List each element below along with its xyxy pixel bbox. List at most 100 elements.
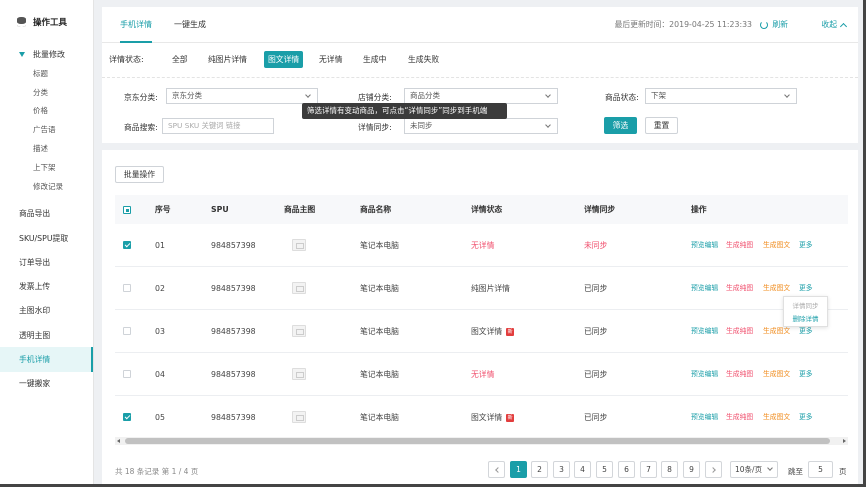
generate-image-link[interactable]: 生成纯图 <box>726 310 753 353</box>
sidebar-group-batch-edit[interactable]: 批量修改 <box>0 44 93 64</box>
status-option-image-text[interactable]: 图文详情 <box>264 51 304 68</box>
sidebar-item-sku-spu[interactable]: SKU/SPU提取 <box>0 226 93 250</box>
batch-operation-button[interactable]: 批量操作 <box>115 166 164 183</box>
sidebar-item-watermark[interactable]: 主图水印 <box>0 299 93 323</box>
chevron-down-icon <box>784 92 790 98</box>
scroll-left-icon[interactable] <box>117 439 120 443</box>
sidebar-item-transparent-image[interactable]: 透明主图 <box>0 323 93 347</box>
row-checkbox[interactable] <box>123 370 131 378</box>
page-3[interactable]: 3 <box>553 461 570 478</box>
sidebar-item-one-click-move[interactable]: 一键搬家 <box>0 372 93 396</box>
tab-one-click-generate[interactable]: 一键生成 <box>174 7 206 43</box>
th-detail-status: 详情状态 <box>471 205 503 214</box>
generate-image-text-link[interactable]: 生成图文 <box>763 224 790 267</box>
sidebar-sub-history[interactable]: 修改记录 <box>0 177 93 196</box>
status-filter-label: 详情状态: <box>109 55 144 64</box>
more-link[interactable]: 更多 <box>799 396 813 439</box>
page-1[interactable]: 1 <box>510 461 527 478</box>
preview-edit-link[interactable]: 预览编辑 <box>691 310 718 353</box>
status-option-none[interactable]: 无详情 <box>315 51 346 68</box>
row-no: 01 <box>155 241 165 250</box>
generate-image-link[interactable]: 生成纯图 <box>726 396 753 439</box>
page-size-select[interactable]: 10条/页 <box>730 461 778 478</box>
shop-category-select[interactable]: 商品分类 <box>404 88 558 104</box>
page-7[interactable]: 7 <box>640 461 657 478</box>
reset-button[interactable]: 重置 <box>645 117 678 134</box>
sidebar-item-invoice-upload[interactable]: 发票上传 <box>0 274 93 298</box>
page-8[interactable]: 8 <box>661 461 678 478</box>
row-detail-sync: 已同步 <box>584 413 608 422</box>
row-detail-status-text: 图文详情 <box>471 327 503 336</box>
th-product-name: 商品名称 <box>360 205 392 214</box>
scroll-right-icon[interactable] <box>843 439 846 443</box>
tab-bar: 手机详情 一键生成 最后更新时间：2019-04-25 11:23:33 刷新 … <box>102 7 858 43</box>
row-spu: 984857398 <box>211 284 256 293</box>
preview-edit-link[interactable]: 预览编辑 <box>691 224 718 267</box>
tab-mobile-detail[interactable]: 手机详情 <box>120 7 152 43</box>
row-product-name: 笔记本电脑 <box>360 284 399 293</box>
horizontal-scrollbar[interactable] <box>115 437 848 445</box>
sidebar-sub-description[interactable]: 描述 <box>0 139 93 158</box>
page-6[interactable]: 6 <box>618 461 635 478</box>
sidebar-sub-slogan[interactable]: 广告语 <box>0 120 93 139</box>
row-detail-status: 图文详情新 <box>471 310 515 353</box>
status-option-generating[interactable]: 生成中 <box>359 51 390 68</box>
pager-total: 共 18 条记录 第 1 / 4 页 <box>115 467 199 476</box>
status-option-all[interactable]: 全部 <box>168 51 192 68</box>
select-all-checkbox[interactable] <box>123 206 131 214</box>
status-option-failed[interactable]: 生成失败 <box>404 51 443 68</box>
sidebar-sub-price[interactable]: 价格 <box>0 102 93 121</box>
sync-select[interactable]: 未同步 <box>404 118 558 134</box>
chevron-right-icon <box>709 467 716 473</box>
product-status-value: 下架 <box>651 91 666 100</box>
more-link[interactable]: 更多 <box>799 224 813 267</box>
status-option-image-only[interactable]: 纯图片详情 <box>204 51 251 68</box>
jd-category-label: 京东分类: <box>124 93 158 102</box>
more-link[interactable]: 更多 <box>799 353 813 396</box>
prev-page-button[interactable] <box>488 461 505 478</box>
jd-category-select[interactable]: 京东分类 <box>166 88 318 104</box>
product-table: 序号 SPU 商品主图 商品名称 详情状态 详情同步 操作 01 9848573… <box>115 195 848 439</box>
collapse-button[interactable]: 收起 <box>821 7 848 43</box>
row-checkbox[interactable] <box>123 284 131 292</box>
scrollbar-thumb[interactable] <box>125 438 830 444</box>
page-9[interactable]: 9 <box>683 461 700 478</box>
status-filter: 详情状态: 全部 纯图片详情 图文详情 无详情 生成中 生成失败 <box>102 50 858 70</box>
page-4[interactable]: 4 <box>574 461 591 478</box>
jump-page-input[interactable]: 5 <box>808 461 833 478</box>
row-no: 04 <box>155 370 165 379</box>
page-5[interactable]: 5 <box>596 461 613 478</box>
generate-image-link[interactable]: 生成纯图 <box>726 224 753 267</box>
chevron-down-icon <box>305 92 311 98</box>
row-detail-status: 纯图片详情 <box>471 284 510 293</box>
table-row: 01 984857398 笔记本电脑 无详情 未同步 预览编辑 生成纯图 生成图… <box>115 224 848 267</box>
sidebar-item-mobile-detail[interactable]: 手机详情 <box>0 347 93 372</box>
sidebar-item-export-products[interactable]: 商品导出 <box>0 202 93 226</box>
preview-edit-link[interactable]: 预览编辑 <box>691 396 718 439</box>
sidebar-header: 操作工具 <box>0 0 93 44</box>
generate-image-text-link[interactable]: 生成图文 <box>763 353 790 396</box>
row-checkbox[interactable] <box>123 413 131 421</box>
sidebar-sub-title[interactable]: 标题 <box>0 64 93 83</box>
image-placeholder-icon <box>292 368 306 380</box>
menu-item-sync-detail[interactable]: 详情同步 <box>784 299 827 313</box>
generate-image-link[interactable]: 生成纯图 <box>726 267 753 310</box>
row-checkbox[interactable] <box>123 327 131 335</box>
refresh-button[interactable]: 刷新 <box>760 7 788 43</box>
page-2[interactable]: 2 <box>531 461 548 478</box>
search-input[interactable]: SPU SKU 关键词 链接 <box>162 118 274 134</box>
preview-edit-link[interactable]: 预览编辑 <box>691 267 718 310</box>
preview-edit-link[interactable]: 预览编辑 <box>691 353 718 396</box>
sidebar-sub-shelf[interactable]: 上下架 <box>0 158 93 177</box>
product-status-select[interactable]: 下架 <box>645 88 797 104</box>
next-page-button[interactable] <box>705 461 722 478</box>
filter-button[interactable]: 筛选 <box>604 117 637 134</box>
row-product-name: 笔记本电脑 <box>360 241 399 250</box>
row-no: 05 <box>155 413 165 422</box>
sidebar-sub-category[interactable]: 分类 <box>0 83 93 102</box>
row-checkbox[interactable] <box>123 241 131 249</box>
generate-image-text-link[interactable]: 生成图文 <box>763 396 790 439</box>
sidebar-item-export-orders[interactable]: 订单导出 <box>0 250 93 274</box>
generate-image-link[interactable]: 生成纯图 <box>726 353 753 396</box>
menu-item-delete-detail[interactable]: 删除详情 <box>784 313 827 326</box>
